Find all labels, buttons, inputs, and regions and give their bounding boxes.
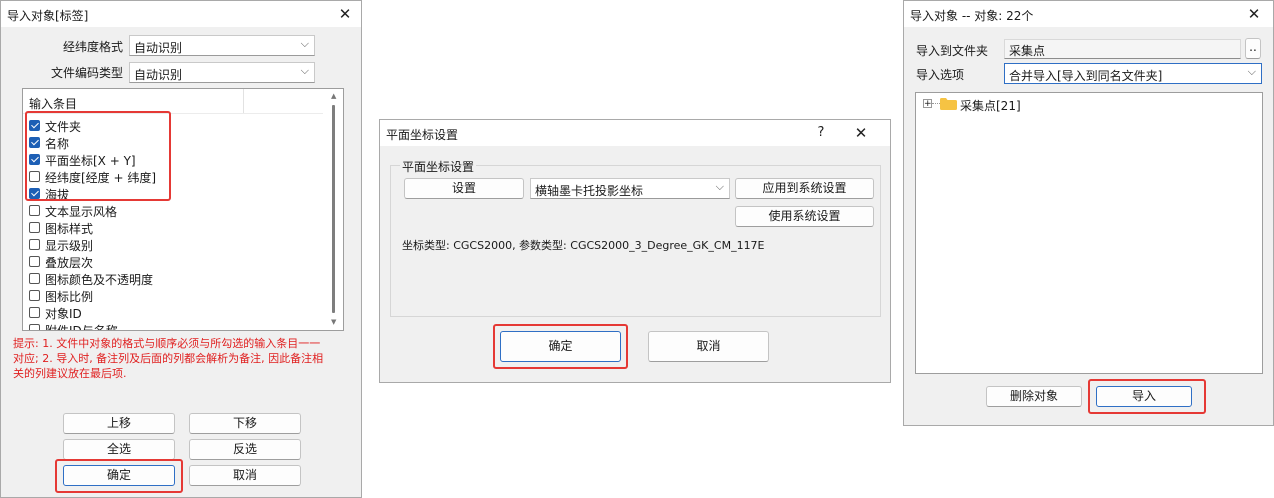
chevron-down-icon: ⌵ — [300, 64, 309, 77]
latlon-format-select[interactable]: 自动识别 ⌵ — [129, 35, 315, 56]
import-options-value: 合并导入[导入到同名文件夹] — [1009, 69, 1163, 83]
delete-object-button[interactable]: 删除对象 — [986, 386, 1082, 407]
group-title: 平面坐标设置 — [400, 158, 477, 175]
title-bar: 导入对象[标签] ✕ — [1, 1, 361, 27]
import-options-select[interactable]: 合并导入[导入到同名文件夹] ⌵ — [1004, 63, 1262, 84]
chevron-down-icon: ⌵ — [715, 180, 724, 193]
file-encoding-select[interactable]: 自动识别 ⌵ — [129, 62, 315, 83]
item-checkbox[interactable] — [29, 324, 40, 330]
import-objects-labels-dialog: 导入对象[标签] ✕ 经纬度格式 自动识别 ⌵ 文件编码类型 自动识别 ⌵ 输入… — [0, 0, 362, 498]
list-item[interactable]: 叠放层次 — [23, 253, 323, 270]
hint-line-3: 关的列建议放在最后项. — [13, 367, 127, 380]
chevron-down-icon: ⌵ — [300, 37, 309, 50]
item-checkbox[interactable] — [29, 307, 40, 318]
import-to-folder-label: 导入到文件夹 — [916, 44, 989, 58]
projection-value: 横轴墨卡托投影坐标 — [535, 184, 644, 198]
item-label: 对象ID — [45, 307, 82, 321]
import-options-label: 导入选项 — [916, 68, 965, 82]
dialog-title: 平面坐标设置 — [386, 128, 459, 142]
item-label: 显示级别 — [45, 239, 94, 253]
cancel-button[interactable]: 取消 — [648, 331, 769, 362]
title-bar: 导入对象 -- 对象: 22个 ✕ — [904, 1, 1273, 27]
cancel-button[interactable]: 取消 — [189, 465, 301, 486]
item-label: 文本显示风格 — [45, 205, 118, 219]
file-encoding-value: 自动识别 — [134, 68, 183, 82]
hint-text: 提示: 1. 文件中对象的格式与顺序必须与所勾选的输入条目一一 对应; 2. 导… — [13, 336, 358, 381]
use-system-settings-button[interactable]: 使用系统设置 — [735, 206, 874, 227]
hint-line-1: 提示: 1. 文件中对象的格式与顺序必须与所勾选的输入条目一一 — [13, 337, 321, 350]
ok-button-highlight — [493, 324, 628, 369]
tree-item-label[interactable]: 采集点[21] — [960, 97, 1021, 114]
item-label: 附件ID与名称 — [45, 324, 118, 331]
scroll-up-icon[interactable]: ▲ — [331, 92, 336, 100]
latlon-format-label: 经纬度格式 — [63, 40, 124, 54]
item-label: 图标样式 — [45, 222, 94, 236]
list-header: 输入条目 — [29, 97, 78, 111]
item-checkbox[interactable] — [29, 273, 40, 284]
scrollbar-thumb[interactable] — [332, 105, 335, 313]
import-objects-dialog: 导入对象 -- 对象: 22个 ✕ 导入到文件夹 采集点 .. 导入选项 合并导… — [903, 0, 1274, 426]
item-checkbox[interactable] — [29, 256, 40, 267]
tree-connector — [932, 103, 940, 104]
import-to-folder-field[interactable]: 采集点 — [1004, 39, 1241, 59]
tree-expander-icon[interactable]: + — [923, 99, 932, 109]
item-label: 叠放层次 — [45, 256, 94, 270]
list-item[interactable]: 对象ID — [23, 304, 323, 321]
import-to-folder-value: 采集点 — [1009, 44, 1046, 58]
list-item[interactable]: 图标颜色及不透明度 — [23, 270, 323, 287]
help-icon[interactable]: ? — [808, 121, 834, 145]
list-item[interactable]: 文本显示风格 — [23, 202, 323, 219]
close-icon[interactable]: ✕ — [848, 121, 874, 145]
folder-icon — [940, 98, 957, 110]
title-bar: 平面坐标设置 ? ✕ — [380, 120, 890, 146]
list-item[interactable]: 图标比例 — [23, 287, 323, 304]
move-up-button[interactable]: 上移 — [63, 413, 175, 434]
close-icon[interactable]: ✕ — [1241, 2, 1267, 26]
select-all-button[interactable]: 全选 — [63, 439, 175, 460]
item-checkbox[interactable] — [29, 239, 40, 250]
list-header-divider — [243, 89, 244, 113]
list-item[interactable]: 显示级别 — [23, 236, 323, 253]
hint-line-2: 对应; 2. 导入时, 备注列及后面的列都会解析为备注, 因此备注相 — [13, 352, 324, 365]
list-item[interactable]: 附件ID与名称 — [23, 321, 323, 331]
file-encoding-label: 文件编码类型 — [51, 66, 124, 80]
import-button-highlight — [1088, 379, 1206, 414]
item-checkbox[interactable] — [29, 222, 40, 233]
chevron-down-icon: ⌵ — [1247, 65, 1256, 78]
list-item[interactable]: 图标样式 — [23, 219, 323, 236]
scroll-down-icon[interactable]: ▼ — [331, 318, 336, 326]
browse-button[interactable]: .. — [1245, 38, 1261, 59]
item-checkbox[interactable] — [29, 290, 40, 301]
object-tree[interactable]: + 采集点[21] — [915, 92, 1263, 374]
close-icon[interactable]: ✕ — [332, 2, 358, 26]
coordinate-info-text: 坐标类型: CGCS2000, 参数类型: CGCS2000_3_Degree_… — [402, 239, 765, 252]
item-label: 图标颜色及不透明度 — [45, 273, 154, 287]
apply-to-system-button[interactable]: 应用到系统设置 — [735, 178, 874, 199]
item-label: 图标比例 — [45, 290, 94, 304]
settings-button[interactable]: 设置 — [404, 178, 524, 199]
ok-button-highlight — [55, 459, 183, 493]
dialog-title: 导入对象 -- 对象: 22个 — [910, 9, 1034, 23]
item-checkbox[interactable] — [29, 205, 40, 216]
dialog-title: 导入对象[标签] — [7, 9, 89, 23]
latlon-format-value: 自动识别 — [134, 41, 183, 55]
checked-items-highlight — [25, 111, 171, 201]
invert-select-button[interactable]: 反选 — [189, 439, 301, 460]
plane-coordinate-settings-dialog: 平面坐标设置 ? ✕ 平面坐标设置 设置 横轴墨卡托投影坐标 ⌵ 应用到系统设置… — [379, 119, 891, 383]
projection-select[interactable]: 横轴墨卡托投影坐标 ⌵ — [530, 178, 730, 199]
move-down-button[interactable]: 下移 — [189, 413, 301, 434]
scrollbar[interactable]: ▲ ▼ — [326, 89, 343, 330]
